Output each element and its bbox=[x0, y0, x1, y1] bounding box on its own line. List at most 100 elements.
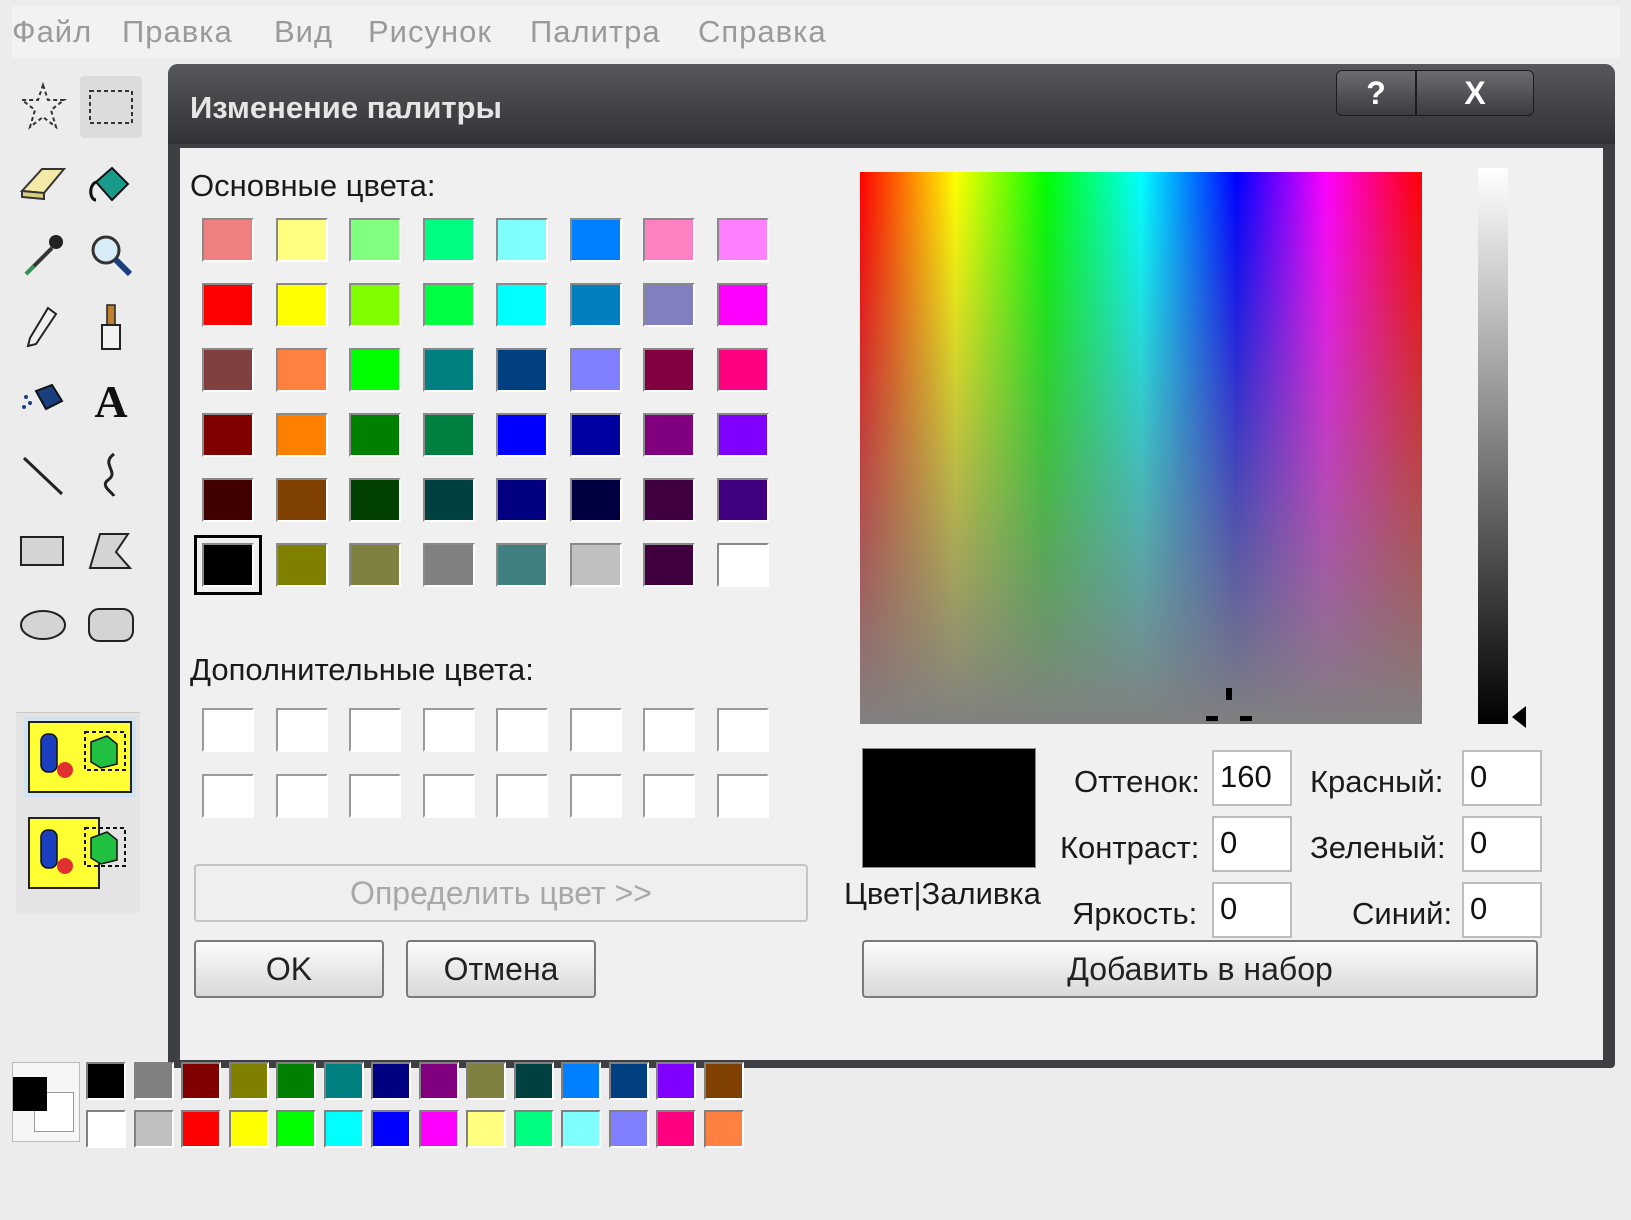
basic-color-swatch[interactable] bbox=[349, 478, 401, 522]
palette-color-cell[interactable] bbox=[513, 1110, 554, 1148]
custom-color-swatch[interactable] bbox=[569, 708, 622, 752]
basic-color-swatch[interactable] bbox=[275, 478, 328, 522]
rect-select-icon[interactable] bbox=[80, 76, 142, 138]
basic-color-swatch[interactable] bbox=[496, 543, 548, 587]
luminosity-arrow-icon[interactable] bbox=[1510, 704, 1528, 730]
custom-color-swatch[interactable] bbox=[275, 774, 328, 818]
basic-color-swatch[interactable] bbox=[422, 348, 475, 392]
basic-color-swatch[interactable] bbox=[275, 413, 328, 457]
basic-color-swatch[interactable] bbox=[716, 218, 769, 262]
basic-color-swatch[interactable] bbox=[349, 543, 401, 587]
custom-color-swatch[interactable] bbox=[569, 774, 622, 818]
palette-color-cell[interactable] bbox=[418, 1062, 459, 1100]
basic-color-swatch[interactable] bbox=[349, 218, 401, 262]
basic-color-swatch[interactable] bbox=[422, 413, 475, 457]
palette-color-cell[interactable] bbox=[181, 1110, 221, 1148]
palette-color-cell[interactable] bbox=[228, 1062, 269, 1100]
basic-color-swatch[interactable] bbox=[422, 218, 475, 262]
basic-color-swatch[interactable] bbox=[422, 478, 475, 522]
ok-button[interactable]: OK bbox=[194, 940, 384, 998]
eyedropper-icon[interactable] bbox=[12, 224, 74, 286]
lum-field[interactable]: 0 bbox=[1212, 882, 1292, 938]
custom-color-swatch[interactable] bbox=[202, 708, 254, 752]
basic-color-swatch[interactable] bbox=[349, 413, 401, 457]
free-select-icon[interactable] bbox=[12, 76, 74, 138]
custom-color-swatch[interactable] bbox=[496, 774, 548, 818]
rectangle-icon[interactable] bbox=[12, 520, 74, 582]
palette-color-cell[interactable] bbox=[656, 1110, 696, 1148]
basic-color-swatch[interactable] bbox=[643, 218, 695, 262]
basic-color-swatch[interactable] bbox=[569, 348, 622, 392]
rounded-rect-icon[interactable] bbox=[80, 594, 142, 656]
color-spectrum[interactable] bbox=[860, 172, 1422, 724]
custom-color-swatch[interactable] bbox=[349, 708, 401, 752]
green-field[interactable]: 0 bbox=[1462, 816, 1542, 872]
foreground-color[interactable] bbox=[13, 1077, 47, 1111]
palette-color-cell[interactable] bbox=[703, 1062, 744, 1100]
menu-image[interactable]: Рисунок bbox=[368, 14, 492, 50]
close-button[interactable]: X bbox=[1416, 70, 1534, 116]
palette-color-cell[interactable] bbox=[656, 1062, 696, 1100]
custom-color-swatch[interactable] bbox=[496, 708, 548, 752]
basic-color-swatch[interactable] bbox=[275, 543, 328, 587]
menu-file[interactable]: Файл bbox=[12, 14, 92, 50]
basic-color-swatch[interactable] bbox=[569, 283, 622, 327]
palette-color-cell[interactable] bbox=[228, 1110, 269, 1148]
basic-color-swatch[interactable] bbox=[643, 283, 695, 327]
basic-color-swatch[interactable] bbox=[202, 283, 254, 327]
custom-color-swatch[interactable] bbox=[422, 708, 475, 752]
opaque-option-icon[interactable] bbox=[24, 717, 136, 797]
add-to-custom-button[interactable]: Добавить в набор bbox=[862, 940, 1538, 998]
palette-color-cell[interactable] bbox=[86, 1062, 126, 1100]
basic-color-swatch[interactable] bbox=[496, 283, 548, 327]
palette-color-cell[interactable] bbox=[513, 1062, 554, 1100]
transparent-option-icon[interactable] bbox=[24, 813, 136, 893]
palette-color-cell[interactable] bbox=[276, 1110, 316, 1148]
custom-color-swatch[interactable] bbox=[349, 774, 401, 818]
menu-edit[interactable]: Правка bbox=[122, 14, 233, 50]
basic-color-swatch[interactable] bbox=[716, 413, 769, 457]
line-icon[interactable] bbox=[12, 444, 74, 506]
define-colors-button[interactable]: Определить цвет >> bbox=[194, 864, 808, 922]
basic-color-swatch[interactable] bbox=[422, 543, 475, 587]
basic-color-swatch[interactable] bbox=[496, 413, 548, 457]
palette-color-cell[interactable] bbox=[276, 1062, 316, 1100]
basic-color-swatch[interactable] bbox=[202, 218, 254, 262]
brush-icon[interactable] bbox=[80, 296, 142, 358]
blue-field[interactable]: 0 bbox=[1462, 882, 1542, 938]
cancel-button[interactable]: Отмена bbox=[406, 940, 596, 998]
basic-color-swatch[interactable] bbox=[496, 478, 548, 522]
palette-color-cell[interactable] bbox=[133, 1062, 174, 1100]
pencil-icon[interactable] bbox=[12, 296, 74, 358]
text-icon[interactable]: A bbox=[80, 370, 142, 432]
basic-color-swatch[interactable] bbox=[275, 283, 328, 327]
basic-color-swatch[interactable] bbox=[569, 413, 622, 457]
basic-color-swatch[interactable] bbox=[569, 218, 622, 262]
basic-color-swatch[interactable] bbox=[275, 348, 328, 392]
basic-color-swatch[interactable] bbox=[349, 283, 401, 327]
curve-icon[interactable] bbox=[80, 444, 142, 506]
palette-color-cell[interactable] bbox=[608, 1110, 649, 1148]
ellipse-icon[interactable] bbox=[12, 594, 74, 656]
custom-color-swatch[interactable] bbox=[716, 774, 769, 818]
airbrush-icon[interactable] bbox=[12, 370, 74, 432]
basic-color-swatch[interactable] bbox=[202, 413, 254, 457]
hue-field[interactable]: 160 bbox=[1212, 750, 1292, 806]
palette-color-cell[interactable] bbox=[323, 1062, 364, 1100]
palette-color-cell[interactable] bbox=[418, 1110, 459, 1148]
custom-color-swatch[interactable] bbox=[275, 708, 328, 752]
basic-color-swatch[interactable] bbox=[716, 283, 769, 327]
palette-color-cell[interactable] bbox=[466, 1062, 506, 1100]
custom-color-swatch[interactable] bbox=[643, 708, 695, 752]
basic-color-swatch[interactable] bbox=[194, 535, 262, 595]
basic-color-swatch[interactable] bbox=[643, 413, 695, 457]
eraser-icon[interactable] bbox=[12, 152, 74, 214]
palette-color-cell[interactable] bbox=[181, 1062, 221, 1100]
basic-color-swatch[interactable] bbox=[569, 478, 622, 522]
basic-color-swatch[interactable] bbox=[716, 478, 769, 522]
basic-color-swatch[interactable] bbox=[716, 348, 769, 392]
basic-color-swatch[interactable] bbox=[349, 348, 401, 392]
palette-color-cell[interactable] bbox=[561, 1062, 601, 1100]
basic-color-swatch[interactable] bbox=[643, 348, 695, 392]
menu-view[interactable]: Вид bbox=[274, 14, 333, 50]
